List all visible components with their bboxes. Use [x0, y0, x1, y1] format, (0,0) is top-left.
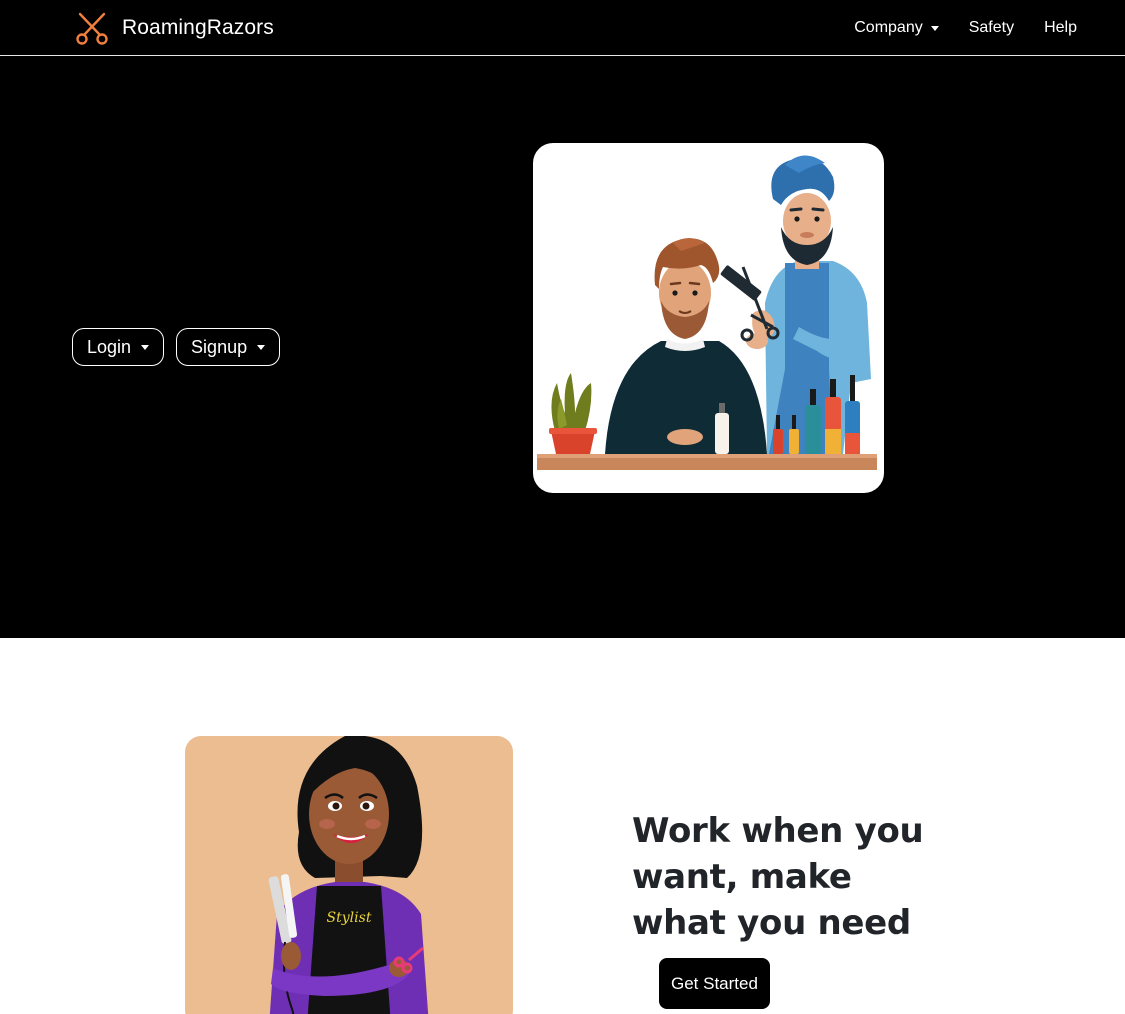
safety-link[interactable]: Safety [969, 19, 1014, 37]
feature-headline: Work when you want, make what you need [632, 811, 924, 943]
scissors-icon [74, 10, 110, 46]
caret-down-icon [930, 25, 939, 31]
apron-text: Stylist [327, 910, 372, 926]
login-dropdown-button[interactable]: Login [72, 328, 165, 366]
help-link[interactable]: Help [1044, 19, 1077, 37]
signup-label: Signup [191, 336, 248, 357]
hero-section: Login Signup [0, 56, 1125, 638]
feature-section: Stylist Work when you want, make what yo… [0, 638, 1125, 1014]
caret-down-icon [141, 344, 150, 350]
login-label: Login [87, 336, 132, 357]
signup-dropdown-button[interactable]: Signup [176, 328, 281, 366]
plant-icon [549, 373, 597, 454]
nav-links: Company Safety Help [854, 0, 1077, 56]
brand-link[interactable]: RoamingRazors [74, 10, 274, 46]
caret-down-icon [257, 344, 266, 350]
company-label: Company [854, 19, 923, 36]
stylist-illustration: Stylist [185, 736, 513, 1014]
client-figure [605, 238, 767, 454]
company-dropdown[interactable]: Company [854, 19, 939, 37]
top-navbar: RoamingRazors Company Safety Help [0, 0, 1125, 56]
barber-shop-illustration [533, 143, 884, 493]
auth-buttons: Login Signup [72, 328, 281, 366]
get-started-button[interactable]: Get Started [659, 958, 770, 1009]
brand-name: RoamingRazors [122, 16, 274, 39]
